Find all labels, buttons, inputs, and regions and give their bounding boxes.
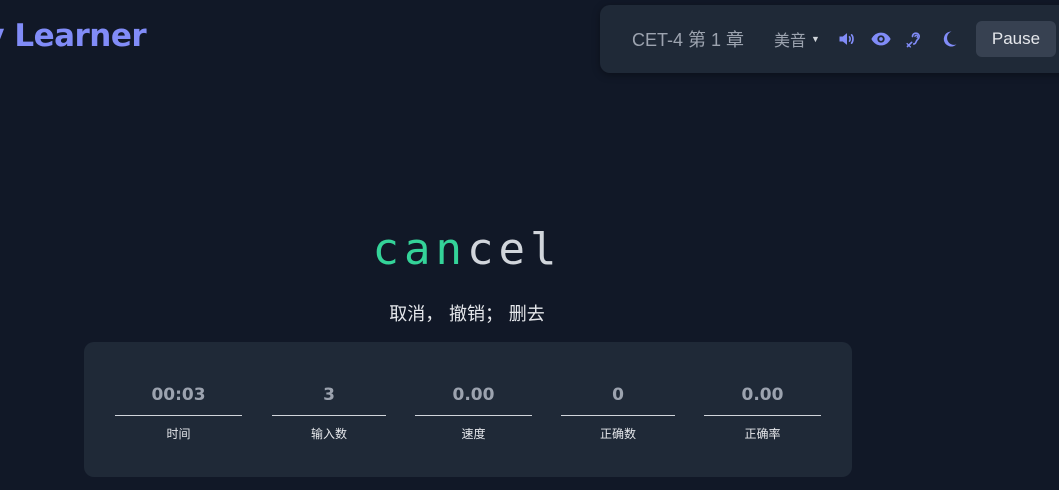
app-title[interactable]: ty Learner [0, 18, 147, 54]
stat-value: 0 [561, 382, 675, 416]
pronunciation-label: 美音 [774, 33, 807, 50]
stat-input-count: 3 输入数 [272, 382, 386, 442]
word-typed-letters: can [372, 224, 467, 275]
stat-speed: 0.00 速度 [415, 382, 532, 442]
stats-panel: 00:03 时间 3 输入数 0.00 速度 0 正确数 0.00 正确率 [84, 342, 852, 477]
stat-time: 00:03 时间 [115, 382, 242, 442]
moon-icon[interactable] [938, 28, 960, 50]
eye-icon[interactable] [870, 28, 892, 50]
stat-label: 速度 [461, 427, 486, 441]
pronunciation-selector[interactable]: 美音 ▼ [774, 27, 820, 51]
stat-label: 正确率 [744, 427, 781, 441]
word-translation: 取消， 撤销； 删去 [389, 304, 545, 325]
current-word: cancel [0, 222, 934, 278]
stat-value: 0.00 [415, 382, 532, 416]
stat-value: 3 [272, 382, 386, 416]
word-untyped-letters: cel [467, 224, 562, 275]
stat-label: 输入数 [310, 427, 347, 441]
toolbar: CET-4 第 1 章 美音 ▼ Pause [600, 5, 1059, 73]
stat-value: 0.00 [704, 382, 821, 416]
speaker-icon[interactable] [836, 28, 858, 50]
pause-button[interactable]: Pause [975, 21, 1056, 57]
stat-accuracy: 0.00 正确率 [704, 382, 821, 442]
stat-correct-count: 0 正确数 [561, 382, 675, 442]
stat-label: 正确数 [599, 427, 636, 441]
typing-page: ty Learner CET-4 第 1 章 美音 ▼ [0, 0, 1059, 490]
stat-label: 时间 [166, 427, 191, 441]
chevron-down-icon: ▼ [811, 34, 820, 44]
dict-chapter-selector[interactable]: CET-4 第 1 章 [632, 26, 744, 52]
stat-value: 00:03 [115, 382, 242, 416]
hearing-icon[interactable] [904, 28, 926, 50]
